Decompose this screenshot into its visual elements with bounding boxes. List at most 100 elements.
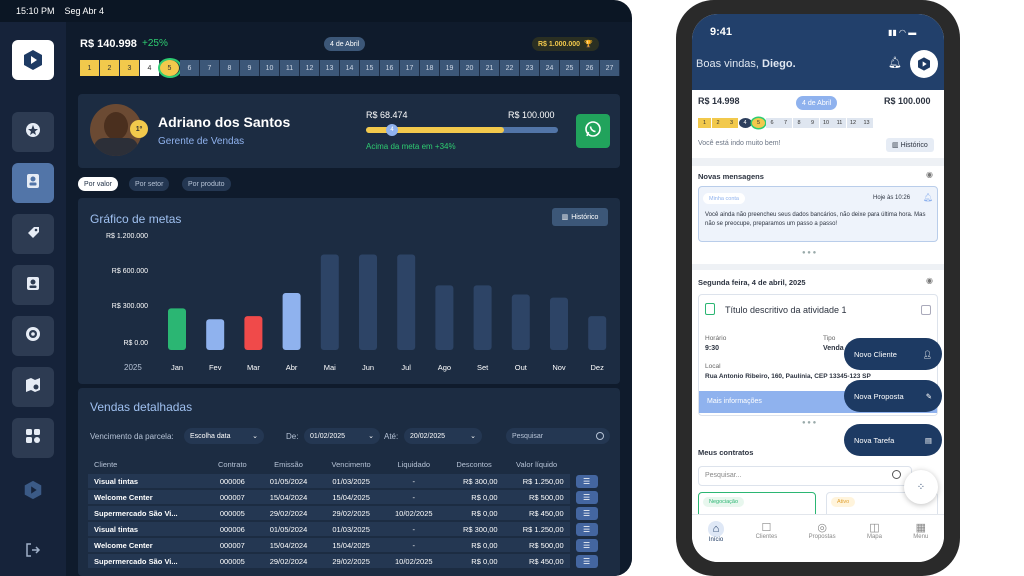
tab-4[interactable]: ▦ Menu: [913, 521, 928, 562]
sidebar-item-performance[interactable]: [12, 112, 54, 152]
table-row[interactable]: Supermercado São Vi... 000005 29/02/2024 29…: [88, 554, 612, 568]
message-card[interactable]: Minha conta Hoje às 10:26 🔔︎ Você ainda …: [698, 186, 938, 242]
level-step: 5: [160, 60, 180, 76]
x-tick-label: Ago: [438, 363, 451, 372]
tab-2[interactable]: ◎ Propostas: [809, 521, 836, 562]
row-detail-button[interactable]: ☰: [575, 490, 598, 504]
level-step: 26: [580, 60, 600, 76]
bell-icon: 🔔︎: [923, 193, 934, 202]
bar-Nov[interactable]: [550, 297, 568, 350]
tab-1[interactable]: ☐ Clientes: [756, 521, 778, 562]
goal-chip: R$ 1.000.000 🏆: [532, 37, 599, 51]
level-step: 14: [340, 60, 360, 76]
fab-new-task[interactable]: Nova Tarefa ▤: [844, 424, 942, 456]
row-detail-button[interactable]: ☰: [575, 538, 598, 552]
bar-Jan[interactable]: [168, 308, 186, 350]
phone-header: 9:41 ▮▮ ◠ ▬ Boas vindas, Diego. 🔔︎: [692, 14, 944, 90]
year-label: 2025: [124, 363, 142, 372]
growth-percent: +25%: [142, 38, 168, 49]
level-step: 2: [711, 118, 725, 128]
level-step: 4: [140, 60, 160, 76]
bar-Jun[interactable]: [359, 254, 377, 350]
fab-new-proposal[interactable]: Nova Proposta ✎: [844, 380, 942, 412]
sales-search-input[interactable]: Pesquisar: [506, 428, 610, 444]
table-cell: 01/05/2024: [257, 474, 320, 488]
table-cell: 29/02/2025: [319, 506, 383, 520]
bar-Ago[interactable]: [435, 285, 454, 350]
table-cell: Supermercado São Vi...: [88, 506, 207, 520]
phone-goal: R$ 100.000: [884, 96, 931, 106]
sidebar-item-profile[interactable]: [12, 163, 54, 203]
level-step: 12: [846, 118, 860, 128]
table-row[interactable]: Welcome Center 000007 15/04/2024 15/04/2025…: [88, 538, 612, 552]
message-tag: Minha conta: [703, 193, 745, 204]
bar-Mar[interactable]: [244, 316, 263, 350]
tipo-label: Tipo: [823, 335, 836, 342]
main-content: R$ 140.998 +25% 4 de Abril R$ 1.000.000 🏆…: [66, 22, 632, 576]
sidebar-item-goals[interactable]: [12, 316, 54, 356]
filter-by-sector[interactable]: Por setor: [129, 177, 170, 191]
activity-checkbox[interactable]: [921, 305, 931, 315]
whatsapp-icon: [584, 120, 602, 143]
date-to-value: 20/02/2025: [410, 432, 446, 440]
sidebar-item-map[interactable]: [12, 367, 54, 407]
bell-icon[interactable]: 🔔︎: [888, 56, 902, 69]
date-to-select[interactable]: 20/02/2025 ⌄: [404, 428, 482, 444]
level-step: 15: [360, 60, 380, 76]
bar-Abr[interactable]: [282, 293, 301, 350]
level-step: 19: [440, 60, 460, 76]
bar-Set[interactable]: [473, 285, 492, 350]
table-header: Cliente Contrato Emissão Vencimento Liquidad…: [88, 456, 612, 472]
table-cell: R$ 0,00: [444, 490, 504, 504]
table-cell: R$ 450,00: [503, 554, 570, 568]
fab-menu-button[interactable]: ⁘: [904, 470, 938, 504]
phone-logo[interactable]: [910, 50, 938, 78]
level-step: 12: [300, 60, 320, 76]
table-row[interactable]: Welcome Center 000007 15/04/2024 15/04/2025…: [88, 490, 612, 504]
table-row[interactable]: Visual tintas 000006 01/05/2024 01/03/2025-…: [88, 522, 612, 536]
tab-label: Propostas: [808, 534, 836, 540]
bar-Fev[interactable]: [206, 319, 225, 350]
table-row[interactable]: Visual tintas 000006 01/05/2024 01/03/2025-…: [88, 474, 612, 488]
row-detail-button[interactable]: ☰: [575, 506, 598, 520]
table-cell: Welcome Center: [88, 490, 207, 504]
status-date: Seg Abr 4: [64, 6, 105, 16]
eye-icon[interactable]: ◉: [926, 170, 933, 179]
filter-by-product[interactable]: Por produto: [182, 177, 231, 191]
table-cell: 15/04/2024: [257, 538, 320, 552]
logout-icon[interactable]: [24, 542, 42, 563]
eye-icon[interactable]: ◉: [926, 276, 933, 285]
table-cell: R$ 500,00: [503, 490, 570, 504]
tab-icon: ▦: [915, 522, 926, 534]
divider: [692, 158, 944, 166]
app-logo[interactable]: [12, 40, 54, 80]
date-from-select[interactable]: 01/02/2025 ⌄: [304, 428, 380, 444]
level-step: 8: [220, 60, 240, 76]
profile-current: R$ 68.474: [366, 110, 408, 120]
fab-new-client[interactable]: Novo Cliente 👤︎: [844, 338, 942, 370]
sidebar-item-menu[interactable]: [12, 418, 54, 458]
edit-icon: ✎: [925, 391, 932, 401]
contracts-search-input[interactable]: Pesquisar...: [698, 466, 912, 486]
sidebar-item-contacts[interactable]: [12, 265, 54, 305]
table-cell: 000007: [206, 490, 258, 504]
row-detail-button[interactable]: ☰: [575, 522, 598, 536]
bar-Jul[interactable]: [397, 254, 416, 350]
row-detail-button[interactable]: ☰: [575, 554, 598, 568]
whatsapp-button[interactable]: [576, 114, 610, 148]
y-tick-label: R$ 0.00: [123, 340, 148, 347]
bar-Out[interactable]: [511, 294, 530, 350]
tab-0[interactable]: ⌂ Início: [707, 521, 725, 562]
bar-Mai[interactable]: [320, 254, 339, 350]
table-cell: 01/03/2025: [319, 474, 383, 488]
row-detail-button[interactable]: ☰: [575, 474, 598, 488]
phone-history-button[interactable]: ▥ Histórico: [886, 138, 934, 152]
tab-3[interactable]: ◫ Mapa: [867, 521, 882, 562]
table-cell: -: [382, 538, 445, 552]
bar-chart-icon: ▥: [892, 142, 901, 149]
filter-by-value[interactable]: Por valor: [78, 177, 119, 191]
bar-Dez[interactable]: [588, 316, 607, 350]
parcel-select[interactable]: Escolha data ⌄: [184, 428, 264, 444]
sidebar-item-tags[interactable]: [12, 214, 54, 254]
table-row[interactable]: Supermercado São Vi... 000005 29/02/2024 29…: [88, 506, 612, 520]
